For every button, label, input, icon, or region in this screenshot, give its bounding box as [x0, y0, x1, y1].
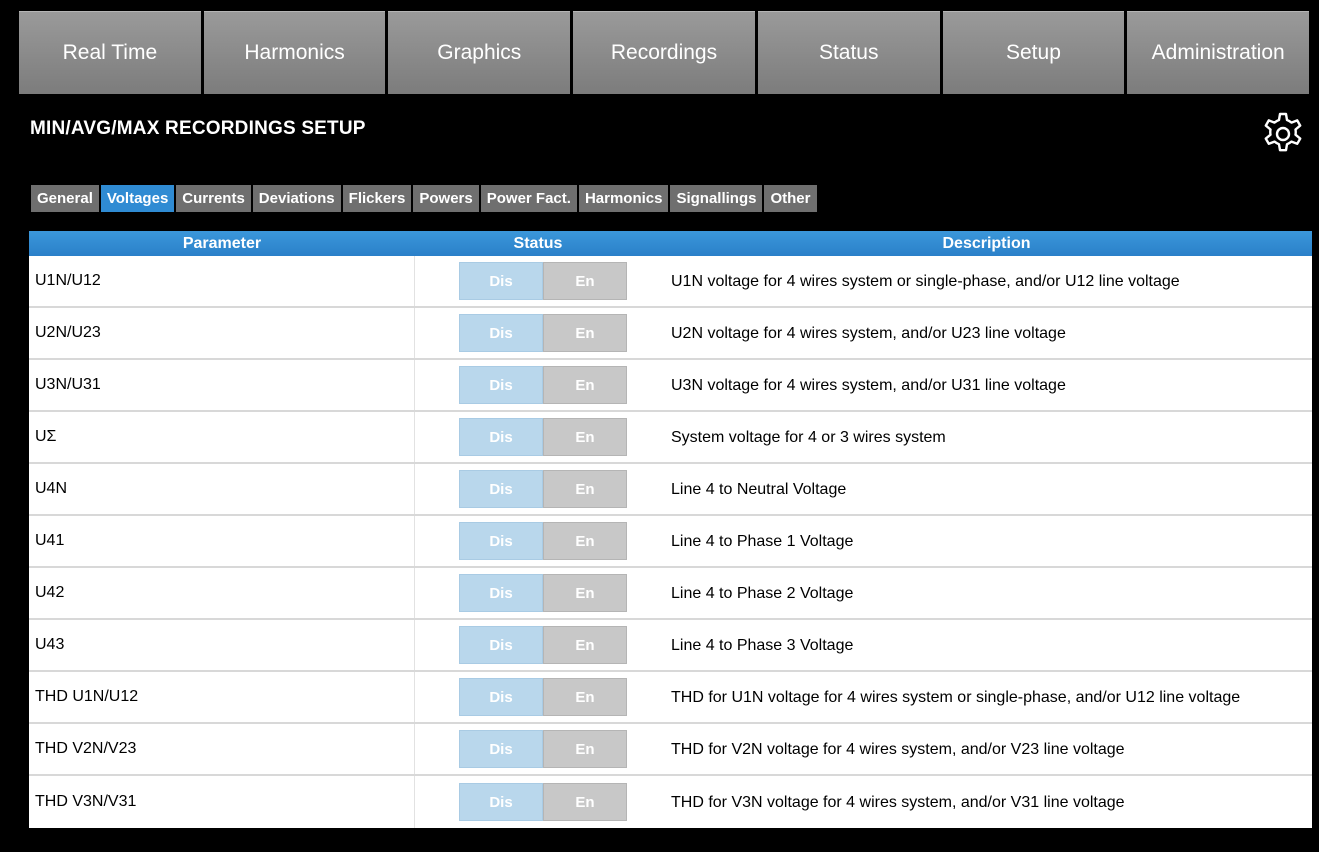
nav-tab-harmonics[interactable]: Harmonics	[203, 11, 386, 94]
status-toggle: Dis En	[459, 678, 627, 716]
description-cell: THD for V2N voltage for 4 wires system, …	[671, 740, 1125, 758]
disable-button[interactable]: Dis	[459, 574, 543, 612]
nav-tab-administration[interactable]: Administration	[1127, 11, 1310, 94]
table-row: U4N Dis En Line 4 to Neutral Voltage	[29, 464, 1312, 516]
nav-tab-graphics[interactable]: Graphics	[388, 11, 571, 94]
status-toggle: Dis En	[459, 314, 627, 352]
disable-button[interactable]: Dis	[459, 783, 543, 821]
parameter-cell: THD V3N/V31	[29, 776, 415, 828]
disable-button[interactable]: Dis	[459, 730, 543, 768]
nav-tab-real-time[interactable]: Real Time	[19, 11, 201, 94]
subtab-general[interactable]: General	[31, 185, 99, 212]
description-cell: U2N voltage for 4 wires system, and/or U…	[671, 324, 1066, 342]
parameter-cell: UΣ	[29, 412, 415, 462]
table-row: THD U1N/U12 Dis En THD for U1N voltage f…	[29, 672, 1312, 724]
description-cell: Line 4 to Neutral Voltage	[671, 480, 847, 498]
description-cell: THD for V3N voltage for 4 wires system, …	[671, 793, 1125, 811]
header-parameter: Parameter	[182, 234, 262, 252]
table-row: U3N/U31 Dis En U3N voltage for 4 wires s…	[29, 360, 1312, 412]
table-row: U1N/U12 Dis En U1N voltage for 4 wires s…	[29, 256, 1312, 308]
subtab-bar: General Voltages Currents Deviations Fli…	[31, 185, 819, 212]
subtab-power-fact[interactable]: Power Fact.	[480, 185, 577, 212]
enable-button[interactable]: En	[543, 574, 627, 612]
table-header: Parameter Status Description	[29, 231, 1312, 256]
description-cell: Line 4 to Phase 1 Voltage	[671, 532, 854, 550]
status-toggle: Dis En	[459, 730, 627, 768]
status-toggle: Dis En	[459, 262, 627, 300]
enable-button[interactable]: En	[543, 366, 627, 404]
parameter-cell: U41	[29, 516, 415, 566]
nav-tab-status[interactable]: Status	[757, 11, 940, 94]
description-cell: U3N voltage for 4 wires system, and/or U…	[671, 376, 1066, 394]
parameter-cell: THD U1N/U12	[29, 672, 415, 722]
nav-tab-recordings[interactable]: Recordings	[573, 11, 755, 94]
subtab-flickers[interactable]: Flickers	[342, 185, 412, 212]
subtab-powers[interactable]: Powers	[413, 185, 479, 212]
parameter-cell: U2N/U23	[29, 308, 415, 358]
description-cell: Line 4 to Phase 2 Voltage	[671, 584, 854, 602]
status-toggle: Dis En	[459, 470, 627, 508]
enable-button[interactable]: En	[543, 418, 627, 456]
enable-button[interactable]: En	[543, 678, 627, 716]
table-row: THD V3N/V31 Dis En THD for V3N voltage f…	[29, 776, 1312, 828]
nav-tab-setup[interactable]: Setup	[942, 11, 1125, 94]
subtab-voltages[interactable]: Voltages	[100, 185, 175, 212]
disable-button[interactable]: Dis	[459, 626, 543, 664]
table-row: THD V2N/V23 Dis En THD for V2N voltage f…	[29, 724, 1312, 776]
parameter-cell: U42	[29, 568, 415, 618]
subtab-deviations[interactable]: Deviations	[252, 185, 341, 212]
table-row: U42 Dis En Line 4 to Phase 2 Voltage	[29, 568, 1312, 620]
enable-button[interactable]: En	[543, 262, 627, 300]
disable-button[interactable]: Dis	[459, 262, 543, 300]
parameter-cell: U3N/U31	[29, 360, 415, 410]
parameter-cell: THD V2N/V23	[29, 724, 415, 774]
status-toggle: Dis En	[459, 574, 627, 612]
parameter-cell: U43	[29, 620, 415, 670]
status-toggle: Dis En	[459, 783, 627, 821]
disable-button[interactable]: Dis	[459, 366, 543, 404]
subtab-currents[interactable]: Currents	[176, 185, 251, 212]
status-toggle: Dis En	[459, 366, 627, 404]
page-title: MIN/AVG/MAX RECORDINGS SETUP	[30, 118, 366, 139]
status-toggle: Dis En	[459, 626, 627, 664]
enable-button[interactable]: En	[543, 314, 627, 352]
enable-button[interactable]: En	[543, 522, 627, 560]
enable-button[interactable]: En	[543, 626, 627, 664]
table-row: U41 Dis En Line 4 to Phase 1 Voltage	[29, 516, 1312, 568]
description-cell: U1N voltage for 4 wires system or single…	[671, 272, 1180, 290]
description-cell: THD for U1N voltage for 4 wires system o…	[671, 688, 1241, 706]
disable-button[interactable]: Dis	[459, 314, 543, 352]
parameter-cell: U1N/U12	[29, 256, 415, 306]
subtab-other[interactable]: Other	[764, 185, 817, 212]
description-cell: System voltage for 4 or 3 wires system	[671, 428, 946, 446]
table-row: U2N/U23 Dis En U2N voltage for 4 wires s…	[29, 308, 1312, 360]
description-cell: Line 4 to Phase 3 Voltage	[671, 636, 854, 654]
parameter-cell: U4N	[29, 464, 415, 514]
disable-button[interactable]: Dis	[459, 678, 543, 716]
subtab-signallings[interactable]: Signallings	[670, 185, 763, 212]
status-toggle: Dis En	[459, 522, 627, 560]
recordings-table: Parameter Status Description U1N/U12 Dis…	[29, 231, 1312, 828]
status-toggle: Dis En	[459, 418, 627, 456]
header-description: Description	[942, 234, 1031, 252]
disable-button[interactable]: Dis	[459, 522, 543, 560]
enable-button[interactable]: En	[543, 470, 627, 508]
disable-button[interactable]: Dis	[459, 470, 543, 508]
table-row: U43 Dis En Line 4 to Phase 3 Voltage	[29, 620, 1312, 672]
table-row: UΣ Dis En System voltage for 4 or 3 wire…	[29, 412, 1312, 464]
subtab-harmonics[interactable]: Harmonics	[578, 185, 669, 212]
top-navigation: Real Time Harmonics Graphics Recordings …	[19, 11, 1310, 94]
enable-button[interactable]: En	[543, 783, 627, 821]
disable-button[interactable]: Dis	[459, 418, 543, 456]
header-status: Status	[513, 234, 563, 252]
gear-icon[interactable]	[1259, 108, 1307, 156]
enable-button[interactable]: En	[543, 730, 627, 768]
